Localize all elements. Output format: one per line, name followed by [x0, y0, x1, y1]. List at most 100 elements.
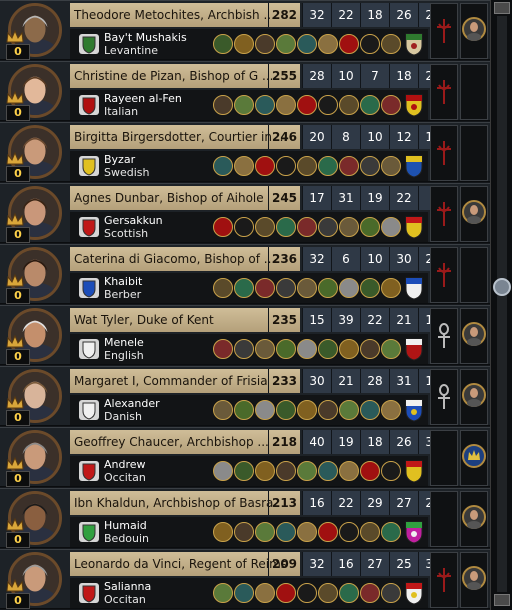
slot-2[interactable]	[460, 64, 488, 120]
trait-icon[interactable]	[297, 400, 317, 420]
house-crest-icon[interactable]	[79, 522, 99, 542]
portrait-frame[interactable]: 0	[2, 186, 68, 243]
trait-icon[interactable]	[318, 583, 338, 603]
trait-icon[interactable]	[381, 34, 401, 54]
slot-2[interactable]	[460, 552, 488, 608]
scroll-thumb[interactable]	[493, 278, 511, 296]
trait-icon[interactable]	[234, 217, 254, 237]
trait-icon[interactable]	[381, 217, 401, 237]
portrait-frame[interactable]: 0	[2, 430, 68, 487]
trait-icon[interactable]	[255, 156, 275, 176]
trait-icon[interactable]	[339, 339, 359, 359]
trait-icon[interactable]	[381, 339, 401, 359]
trait-icon[interactable]	[234, 400, 254, 420]
trait-icon[interactable]	[213, 583, 233, 603]
trait-icon[interactable]	[234, 34, 254, 54]
trait-icon[interactable]	[213, 34, 233, 54]
house-name[interactable]: Byzar	[104, 153, 135, 166]
trait-icon[interactable]	[360, 522, 380, 542]
trait-icon[interactable]	[255, 583, 275, 603]
slot-1[interactable]	[430, 491, 458, 547]
house-crest-icon[interactable]	[79, 34, 99, 54]
trait-icon[interactable]	[318, 522, 338, 542]
trait-icon[interactable]	[213, 217, 233, 237]
trait-icon[interactable]	[360, 217, 380, 237]
trait-icon[interactable]	[255, 95, 275, 115]
house-crest-icon[interactable]	[79, 156, 99, 176]
trait-icon[interactable]	[276, 461, 296, 481]
portrait-frame[interactable]: 0	[2, 369, 68, 426]
trait-icon[interactable]	[276, 400, 296, 420]
scroll-up-button[interactable]	[494, 2, 510, 14]
house-name[interactable]: Alexander	[104, 397, 160, 410]
house-crest-icon[interactable]	[79, 583, 99, 603]
trait-icon[interactable]	[234, 339, 254, 359]
trait-icon[interactable]	[213, 278, 233, 298]
trait-icon[interactable]	[276, 522, 296, 542]
trait-icon[interactable]	[339, 461, 359, 481]
coat-of-arms-icon[interactable]	[404, 32, 424, 56]
coat-of-arms-icon[interactable]	[404, 215, 424, 239]
portrait-frame[interactable]: 0	[2, 491, 68, 548]
character-name[interactable]: Margaret I, Commander of Frisia	[70, 369, 300, 393]
slot-1[interactable]	[430, 552, 458, 608]
scroll-down-button[interactable]	[494, 594, 510, 606]
character-row[interactable]: 0 Agnes Dunbar, Bishop of Aihole 245 17 31 19…	[0, 183, 490, 243]
trait-icon[interactable]	[213, 95, 233, 115]
house-name[interactable]: Gersakkun	[104, 214, 163, 227]
trait-icon[interactable]	[276, 95, 296, 115]
trait-icon[interactable]	[234, 522, 254, 542]
trait-icon[interactable]	[234, 583, 254, 603]
trait-icon[interactable]	[276, 156, 296, 176]
house-name[interactable]: Humaid	[104, 519, 147, 532]
character-row[interactable]: 0 Leonardo da Vinci, Regent of Reims 209 32…	[0, 549, 490, 609]
slot-2[interactable]	[460, 491, 488, 547]
house-crest-icon[interactable]	[79, 400, 99, 420]
character-row[interactable]: 0 Christine de Pizan, Bishop of G ... 255 2…	[0, 61, 490, 121]
trait-icon[interactable]	[360, 339, 380, 359]
trait-icon[interactable]	[297, 522, 317, 542]
house-crest-icon[interactable]	[79, 217, 99, 237]
trait-icon[interactable]	[360, 583, 380, 603]
trait-icon[interactable]	[318, 278, 338, 298]
trait-icon[interactable]	[339, 522, 359, 542]
trait-icon[interactable]	[381, 583, 401, 603]
portrait-frame[interactable]: 0	[2, 125, 68, 182]
trait-icon[interactable]	[234, 156, 254, 176]
trait-icon[interactable]	[255, 461, 275, 481]
trait-icon[interactable]	[318, 461, 338, 481]
character-row[interactable]: 0 Caterina di Giacomo, Bishop of ... 236 32…	[0, 244, 490, 304]
trait-icon[interactable]	[297, 583, 317, 603]
house-name[interactable]: Bay't Mushakis	[104, 31, 187, 44]
house-name[interactable]: Menele	[104, 336, 144, 349]
character-row[interactable]: 0 Margaret I, Commander of Frisia 233 30 21 2…	[0, 366, 490, 426]
trait-icon[interactable]	[318, 400, 338, 420]
trait-icon[interactable]	[213, 156, 233, 176]
trait-icon[interactable]	[255, 400, 275, 420]
trait-icon[interactable]	[318, 95, 338, 115]
slot-2[interactable]	[460, 308, 488, 364]
trait-icon[interactable]	[297, 278, 317, 298]
character-name[interactable]: Birgitta Birgersdotter, Courtier in ...	[70, 125, 300, 149]
slot-2[interactable]	[460, 186, 488, 242]
trait-icon[interactable]	[276, 339, 296, 359]
coat-of-arms-icon[interactable]	[404, 581, 424, 605]
slot-1[interactable]	[430, 247, 458, 303]
slot-1[interactable]	[430, 3, 458, 59]
trait-icon[interactable]	[255, 278, 275, 298]
scrollbar[interactable]	[490, 0, 512, 610]
trait-icon[interactable]	[381, 95, 401, 115]
coat-of-arms-icon[interactable]	[404, 459, 424, 483]
character-row[interactable]: 0Wat Tyler, Duke of Kent2351539222110Men…	[0, 305, 490, 365]
trait-icon[interactable]	[381, 278, 401, 298]
trait-icon[interactable]	[234, 461, 254, 481]
trait-icon[interactable]	[360, 461, 380, 481]
coat-of-arms-icon[interactable]	[404, 398, 424, 422]
character-name[interactable]: Geoffrey Chaucer, Archbishop ...	[70, 430, 300, 454]
slot-1[interactable]	[430, 64, 458, 120]
character-name[interactable]: Caterina di Giacomo, Bishop of ...	[70, 247, 300, 271]
character-name[interactable]: Theodore Metochites, Archbish ...	[70, 3, 300, 27]
coat-of-arms-icon[interactable]	[404, 93, 424, 117]
slot-2[interactable]	[460, 369, 488, 425]
trait-icon[interactable]	[297, 339, 317, 359]
